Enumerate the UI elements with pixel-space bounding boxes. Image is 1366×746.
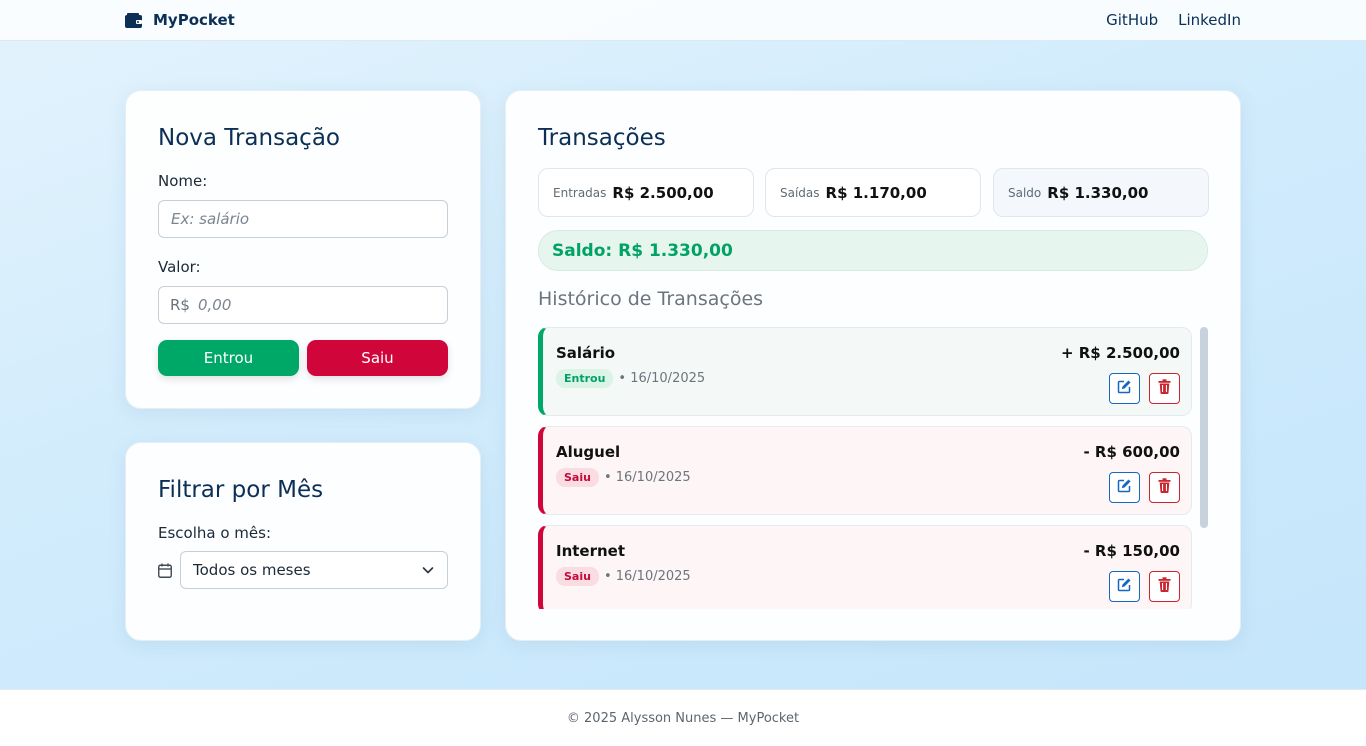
transaction-list-scrollbar[interactable] <box>1200 327 1208 609</box>
footer-text: © 2025 Alysson Nunes — MyPocket <box>566 710 800 726</box>
transaction-list[interactable]: Salário Entrou • 16/10/2025 + R$ 2.500,0… <box>538 327 1208 609</box>
edit-button[interactable] <box>1109 472 1140 503</box>
transaction-amount: - R$ 150,00 <box>1083 542 1180 560</box>
transaction-amount: - R$ 600,00 <box>1083 443 1180 461</box>
month-label: Escolha o mês: <box>158 524 272 542</box>
transaction-type-badge: Saiu <box>556 468 599 487</box>
balance-banner: Saldo: R$ 1.330,00 <box>538 230 1208 271</box>
edit-icon <box>1117 478 1132 497</box>
name-label: Nome: <box>158 172 208 190</box>
summary-expense-label: Saídas <box>780 185 820 200</box>
transaction-name: Aluguel <box>556 443 621 461</box>
summary-income-label: Entradas <box>553 185 607 200</box>
trash-icon <box>1158 478 1171 497</box>
delete-button[interactable] <box>1149 373 1180 404</box>
brand[interactable]: MyPocket <box>125 11 235 29</box>
summary-balance-label: Saldo <box>1008 185 1042 200</box>
summary-income: Entradas R$ 2.500,00 <box>538 168 754 217</box>
transaction-name: Internet <box>556 542 626 560</box>
month-select-row: Todos os meses <box>158 551 448 589</box>
summary-income-value: R$ 2.500,00 <box>612 183 714 202</box>
brand-name: MyPocket <box>153 11 235 29</box>
delete-button[interactable] <box>1149 571 1180 602</box>
calendar-icon <box>158 563 172 578</box>
value-label: Valor: <box>158 258 201 276</box>
transactions-card: Transações Entradas R$ 2.500,00 Saídas R… <box>505 90 1241 641</box>
value-field[interactable]: R$ <box>158 286 448 324</box>
navbar: MyPocket GitHub LinkedIn <box>0 0 1366 41</box>
scrollbar-thumb[interactable] <box>1200 327 1208 528</box>
transaction-amount: + R$ 2.500,00 <box>1060 344 1180 362</box>
name-input[interactable] <box>158 200 448 238</box>
transaction-meta: Entrou • 16/10/2025 <box>556 369 705 388</box>
summary-expense-value: R$ 1.170,00 <box>825 183 927 202</box>
currency-prefix: R$ <box>170 296 190 314</box>
transaction-name: Salário <box>556 344 616 362</box>
edit-button[interactable] <box>1109 373 1140 404</box>
transaction-item: Internet Saiu • 16/10/2025 - R$ 150,00 <box>538 525 1192 609</box>
summary-balance: Saldo R$ 1.330,00 <box>993 168 1209 217</box>
delete-button[interactable] <box>1149 472 1180 503</box>
trash-icon <box>1158 379 1171 398</box>
expense-button[interactable]: Saiu <box>307 340 448 376</box>
filter-title: Filtrar por Mês <box>158 477 324 503</box>
transaction-date: • 16/10/2025 <box>603 470 691 485</box>
transaction-item: Aluguel Saiu • 16/10/2025 - R$ 600,00 <box>538 426 1192 515</box>
edit-button[interactable] <box>1109 571 1140 602</box>
edit-icon <box>1117 379 1132 398</box>
nav-link-github[interactable]: GitHub <box>1106 11 1158 29</box>
transaction-item: Salário Entrou • 16/10/2025 + R$ 2.500,0… <box>538 327 1192 416</box>
income-button[interactable]: Entrou <box>158 340 299 376</box>
transaction-meta: Saiu • 16/10/2025 <box>556 567 691 586</box>
nav-link-linkedin[interactable]: LinkedIn <box>1178 11 1241 29</box>
history-title: Histórico de Transações <box>538 288 764 310</box>
footer: © 2025 Alysson Nunes — MyPocket <box>0 689 1366 746</box>
transaction-date: • 16/10/2025 <box>603 569 691 584</box>
chevron-down-icon <box>421 563 435 577</box>
transaction-date: • 16/10/2025 <box>618 371 706 386</box>
nav-links: GitHub LinkedIn <box>1106 11 1241 29</box>
value-input[interactable] <box>197 296 447 314</box>
summary-expense: Saídas R$ 1.170,00 <box>765 168 981 217</box>
month-select-value: Todos os meses <box>193 561 311 579</box>
month-select[interactable]: Todos os meses <box>180 551 448 589</box>
summary-balance-value: R$ 1.330,00 <box>1047 183 1149 202</box>
transaction-meta: Saiu • 16/10/2025 <box>556 468 691 487</box>
transaction-type-badge: Saiu <box>556 567 599 586</box>
transaction-type-badge: Entrou <box>556 369 614 388</box>
filter-card: Filtrar por Mês Escolha o mês: Todos os … <box>125 442 481 641</box>
transactions-title: Transações <box>538 125 666 151</box>
edit-icon <box>1117 577 1132 596</box>
wallet-icon <box>125 12 142 28</box>
trash-icon <box>1158 577 1171 596</box>
new-transaction-card: Nova Transação Nome: Valor: R$ Entrou Sa… <box>125 90 481 409</box>
new-transaction-title: Nova Transação <box>158 125 340 151</box>
